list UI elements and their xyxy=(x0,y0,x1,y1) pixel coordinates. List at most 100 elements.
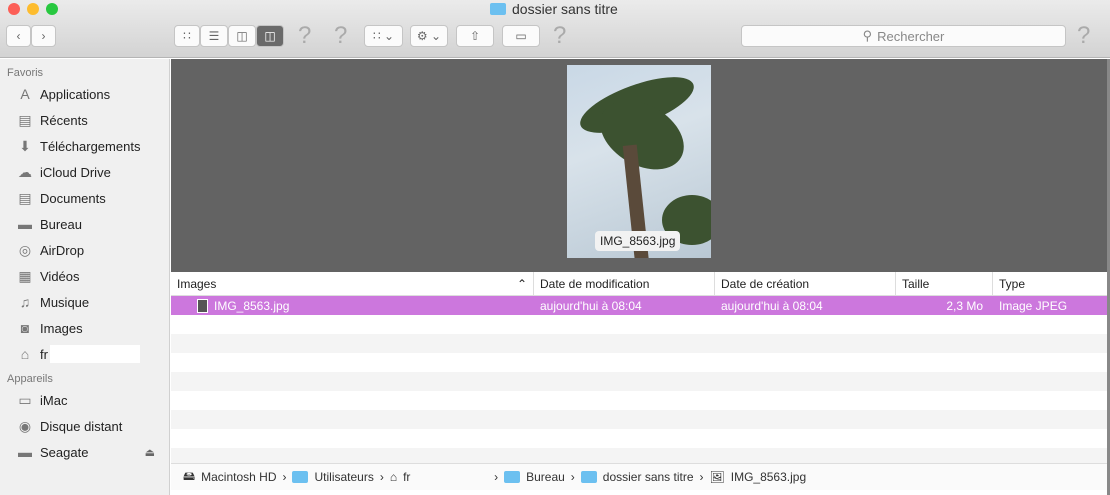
back-button[interactable]: ‹ xyxy=(6,25,31,47)
action-gear-button[interactable]: ⚙ ⌄ xyxy=(410,25,448,47)
image-file-icon xyxy=(197,298,208,313)
sidebar-item-label: Bureau xyxy=(40,216,82,232)
sidebar-item-bureau[interactable]: ▬ Bureau xyxy=(0,211,169,237)
airdrop-icon: ◎ xyxy=(18,241,32,258)
forward-button[interactable]: › xyxy=(31,25,56,47)
search-input[interactable]: ⚲ Rechercher xyxy=(741,25,1066,47)
file-name: IMG_8563.jpg xyxy=(214,298,290,313)
desktop-icon: ▬ xyxy=(18,216,32,232)
view-icons-button[interactable]: ∷ xyxy=(174,25,200,47)
file-list: Images ⌃ Date de modification Date de cré… xyxy=(171,272,1108,467)
empty-row xyxy=(171,372,1108,391)
window-title-text: dossier sans titre xyxy=(512,1,618,17)
videos-icon: ▦ xyxy=(18,267,32,284)
sidebar-item-images[interactable]: ◙ Images xyxy=(0,315,169,341)
desktop-folder-icon xyxy=(504,471,521,483)
search-placeholder: Rechercher xyxy=(877,28,945,44)
toolbar: dossier sans titre ‹ › ∷ ☰ ◫ ◫ ? ? ∷ ⌄ ⚙… xyxy=(0,0,1110,58)
sidebar-item-label: Seagate xyxy=(40,444,89,460)
empty-row xyxy=(171,410,1108,429)
sidebar-item-label: Applications xyxy=(40,86,111,102)
sidebar-item-récents[interactable]: ▤ Récents xyxy=(0,107,169,133)
sidebar-item-applications[interactable]: A Applications xyxy=(0,81,169,107)
path-item[interactable]: fr xyxy=(403,470,488,484)
music-icon: ♫ xyxy=(19,294,31,310)
column-header-type[interactable]: Type xyxy=(993,272,1108,295)
sidebar-item-label: AirDrop xyxy=(40,242,85,258)
sidebar-item-label: Musique xyxy=(40,294,90,310)
sidebar-item-airdrop[interactable]: ◎ AirDrop xyxy=(0,237,169,263)
home-icon: ⌂ xyxy=(20,346,30,362)
column-label: Images xyxy=(177,277,217,291)
arrange-button[interactable]: ∷ ⌄ xyxy=(364,25,403,47)
file-size: 2,3 Mo xyxy=(946,298,983,313)
sidebar-item-label: Téléchargements xyxy=(40,138,141,154)
folder-icon xyxy=(490,3,506,15)
path-item[interactable]: dossier sans titre xyxy=(603,470,694,484)
sidebar-item-label: Documents xyxy=(40,190,106,206)
images-icon: ◙ xyxy=(20,320,30,336)
zoom-button[interactable] xyxy=(46,3,58,15)
help-icon: ? xyxy=(298,22,312,49)
sidebar-item-label: iMac xyxy=(40,392,68,408)
documents-icon: ▤ xyxy=(18,189,32,206)
help-icon: ? xyxy=(1077,22,1091,49)
applications-icon: A xyxy=(20,86,30,102)
help-icon: ? xyxy=(334,22,348,49)
sidebar-item-fr[interactable]: ⌂ fr xyxy=(0,341,169,367)
preview-caption: IMG_8563.jpg xyxy=(595,231,681,251)
empty-row xyxy=(171,334,1108,353)
empty-row xyxy=(171,391,1108,410)
home-icon: ⌂ xyxy=(389,470,398,484)
sidebar-item-seagate[interactable]: ▬ Seagate ⏏ xyxy=(0,439,169,465)
empty-row xyxy=(171,315,1108,334)
sidebar-item-téléchargements[interactable]: ⬇ Téléchargements xyxy=(0,133,169,159)
sidebar: Favoris A Applications ▤ Récents ⬇ Télécharge… xyxy=(0,59,170,495)
sidebar-item-label: Vidéos xyxy=(40,268,80,284)
path-item[interactable]: Macintosh HD xyxy=(201,470,276,484)
image-file-icon: 🖼 xyxy=(709,470,725,484)
eject-icon[interactable]: ⏏ xyxy=(145,446,155,459)
share-button[interactable]: ⇧ xyxy=(456,25,494,47)
column-header-name[interactable]: Images ⌃ xyxy=(171,272,534,295)
help-icon: ? xyxy=(553,22,567,49)
list-header: Images ⌃ Date de modification Date de cré… xyxy=(171,272,1108,296)
close-button[interactable] xyxy=(8,3,20,15)
sidebar-item-label: iCloud Drive xyxy=(40,164,111,180)
disc-icon: ◉ xyxy=(18,417,32,434)
path-item[interactable]: Bureau xyxy=(526,470,565,484)
date-created: aujourd'hui à 08:04 xyxy=(721,298,823,313)
table-row[interactable]: IMG_8563.jpg aujourd'hui à 08:04 aujourd… xyxy=(171,296,1108,315)
view-list-button[interactable]: ☰ xyxy=(200,25,228,47)
chevron-right-icon: › xyxy=(379,470,384,484)
tags-button[interactable]: ▭ xyxy=(502,25,540,47)
favorites-heading: Favoris xyxy=(7,67,44,79)
image-thumbnail[interactable] xyxy=(567,65,711,258)
path-item[interactable]: Utilisateurs xyxy=(314,470,373,484)
path-item[interactable]: IMG_8563.jpg xyxy=(731,470,806,484)
view-columns-button[interactable]: ◫ xyxy=(228,25,256,47)
column-header-created[interactable]: Date de création xyxy=(715,272,896,295)
file-type: Image JPEG xyxy=(999,298,1068,313)
downloads-icon: ⬇ xyxy=(19,137,31,154)
chevron-right-icon: › xyxy=(570,470,575,484)
sidebar-item-icloud-drive[interactable]: ☁ iCloud Drive xyxy=(0,159,169,185)
search-icon: ⚲ xyxy=(862,28,873,43)
chevron-right-icon: › xyxy=(699,470,704,484)
sidebar-item-vidéos[interactable]: ▦ Vidéos xyxy=(0,263,169,289)
window-title: dossier sans titre xyxy=(490,1,618,17)
minimize-button[interactable] xyxy=(27,3,39,15)
column-header-modified[interactable]: Date de modification xyxy=(534,272,715,295)
imac-icon: ▭ xyxy=(18,391,32,408)
date-modified: aujourd'hui à 08:04 xyxy=(540,298,642,313)
sidebar-item-musique[interactable]: ♫ Musique xyxy=(0,289,169,315)
column-header-size[interactable]: Taille xyxy=(896,272,993,295)
view-coverflow-button[interactable]: ◫ xyxy=(256,25,284,47)
chevron-right-icon: › xyxy=(282,470,287,484)
recents-icon: ▤ xyxy=(18,111,32,128)
sidebar-item-imac[interactable]: ▭ iMac xyxy=(0,387,169,413)
folder-icon xyxy=(580,471,597,483)
empty-row xyxy=(171,353,1108,372)
sidebar-item-documents[interactable]: ▤ Documents xyxy=(0,185,169,211)
sidebar-item-disque-distant[interactable]: ◉ Disque distant xyxy=(0,413,169,439)
